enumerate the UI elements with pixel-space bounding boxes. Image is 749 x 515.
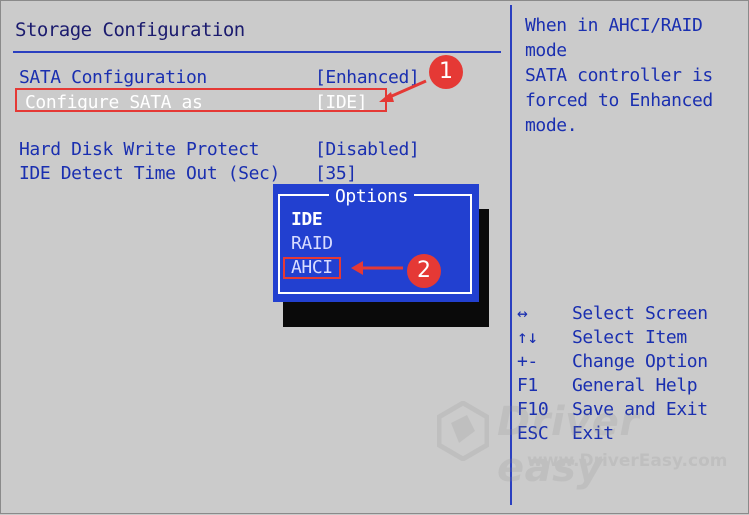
bios-screen: Storage Configuration SATA Configuration… <box>0 0 749 514</box>
annotation-step-2-badge: 2 <box>407 254 441 288</box>
annotation-arrow-2 <box>351 261 403 275</box>
